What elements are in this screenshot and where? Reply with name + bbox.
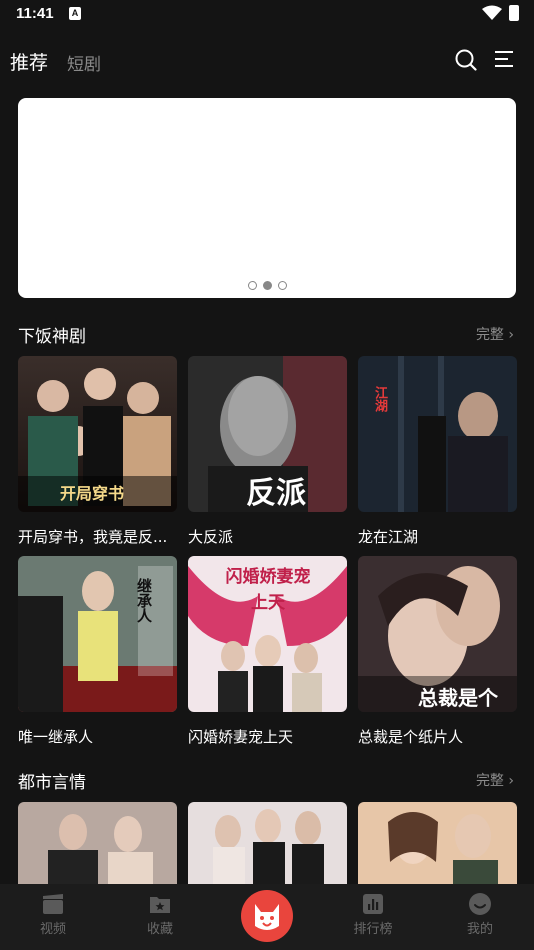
drama-title: 龙在江湖 xyxy=(358,528,419,546)
tab-favorite[interactable]: 收藏 xyxy=(120,892,200,937)
drama-poster[interactable] xyxy=(18,802,177,884)
drama-poster[interactable]: 继承人 xyxy=(18,556,177,712)
tab-favorite-label: 收藏 xyxy=(146,922,173,937)
drama-title: 闪婚娇妻宠上天 xyxy=(188,728,294,746)
drama-card[interactable] xyxy=(358,802,517,884)
tab-ranking-label: 排行榜 xyxy=(353,922,393,937)
drama-poster[interactable] xyxy=(188,802,347,884)
bar-chart-icon xyxy=(363,894,383,914)
folder-star-icon xyxy=(150,897,170,913)
poster-caption: 反派 xyxy=(246,476,306,511)
carousel-dot-active xyxy=(262,281,272,290)
section-header: 都市言情 完整 › xyxy=(0,768,534,793)
section-more-link[interactable]: 完整 › xyxy=(476,324,514,344)
drama-card[interactable]: 继承人 唯一继承人 xyxy=(18,556,177,747)
tab-ranking[interactable]: 排行榜 xyxy=(333,892,413,937)
drama-card[interactable]: 开局穿书 开局穿书，我竟是反... xyxy=(18,356,177,547)
drama-poster[interactable] xyxy=(358,802,517,884)
section-header: 下饭神剧 完整 › xyxy=(0,322,534,347)
poster-caption: 继承人 xyxy=(135,578,153,623)
drama-poster[interactable]: 反派 xyxy=(188,356,347,512)
menu-icon[interactable] xyxy=(494,50,514,68)
notification-a-icon: A xyxy=(69,7,81,20)
drama-title: 唯一继承人 xyxy=(18,728,94,746)
status-time: 11:41 xyxy=(16,5,54,22)
drama-card[interactable] xyxy=(18,802,177,884)
drama-poster[interactable]: 开局穿书 xyxy=(18,356,177,512)
mascot-logo-icon xyxy=(255,904,279,930)
poster-caption: 总裁是个 xyxy=(418,686,498,710)
carousel-dot xyxy=(247,281,257,290)
clapperboard-icon xyxy=(43,894,63,914)
tab-mine-label: 我的 xyxy=(466,922,493,937)
wifi-icon xyxy=(482,5,502,20)
drama-poster[interactable]: 闪婚娇妻宠上天 xyxy=(188,556,347,712)
poster-caption: 闪婚娇妻宠上天 xyxy=(225,567,311,613)
carousel-dots xyxy=(18,281,516,290)
drama-poster[interactable]: 总裁是个 xyxy=(358,556,517,712)
battery-icon xyxy=(509,5,519,21)
section-more-link[interactable]: 完整 › xyxy=(476,770,514,790)
drama-title: 大反派 xyxy=(188,528,234,546)
center-home-button[interactable] xyxy=(241,890,293,942)
status-bar: 11:41 A xyxy=(0,0,534,28)
tab-video-label: 视频 xyxy=(39,922,66,937)
poster-caption: 开局穿书 xyxy=(60,484,125,503)
search-icon[interactable] xyxy=(455,49,477,71)
section-title: 下饭神剧 xyxy=(18,327,86,347)
drama-card[interactable]: 江湖 龙在江湖 xyxy=(358,356,517,547)
tab-short-drama[interactable]: 短剧 xyxy=(67,50,101,75)
drama-card[interactable]: 反派 大反派 xyxy=(188,356,347,547)
banner-carousel[interactable] xyxy=(18,98,516,298)
tab-video[interactable]: 视频 xyxy=(13,892,93,937)
drama-poster[interactable]: 江湖 xyxy=(358,356,517,512)
drama-title: 开局穿书，我竟是反... xyxy=(18,528,168,546)
poster-caption: 江湖 xyxy=(372,386,387,412)
drama-card[interactable]: 总裁是个 总裁是个纸片人 xyxy=(358,556,517,747)
drama-title: 总裁是个纸片人 xyxy=(358,728,464,746)
tab-recommend[interactable]: 推荐 xyxy=(10,48,48,75)
top-nav: 推荐 短剧 xyxy=(0,40,534,80)
drama-card[interactable]: 闪婚娇妻宠上天 闪婚娇妻宠上天 xyxy=(188,556,347,747)
carousel-dot xyxy=(277,281,287,290)
drama-card[interactable] xyxy=(188,802,347,884)
tab-mine[interactable]: 我的 xyxy=(440,892,520,937)
smiley-profile-icon xyxy=(469,893,491,915)
section-title: 都市言情 xyxy=(18,773,86,793)
